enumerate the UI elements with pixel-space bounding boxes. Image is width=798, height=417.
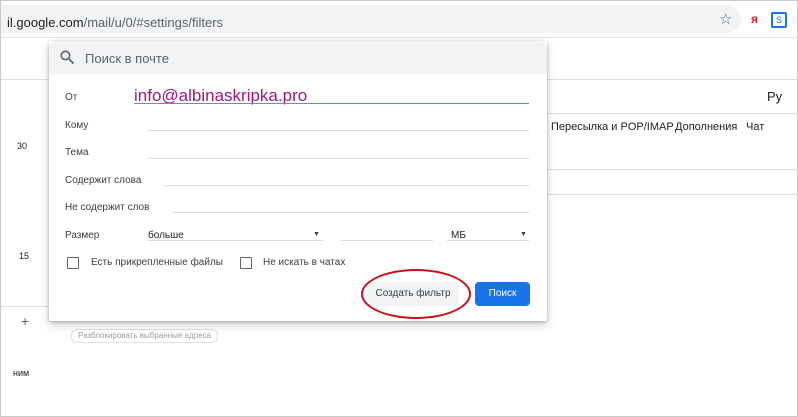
has-attachment-checkbox[interactable]	[67, 257, 79, 269]
from-field[interactable]	[134, 103, 529, 104]
divider	[547, 194, 797, 195]
to-label: Кому	[65, 120, 89, 131]
url-field[interactable]: il.google.com/mail/u/0/#settings/filters	[1, 5, 741, 33]
search-icon	[60, 50, 74, 64]
no-words-field[interactable]	[173, 212, 529, 213]
subject-label: Тема	[65, 147, 89, 158]
from-label: От	[65, 92, 78, 103]
has-attachment-label: Есть прикрепленные файлы	[91, 257, 223, 268]
size-label: Размер	[65, 230, 100, 241]
left-label: ним	[13, 368, 30, 378]
left-count: 30	[17, 141, 28, 151]
plus-icon[interactable]: +	[21, 313, 29, 329]
chevron-down-icon: ▼	[313, 231, 320, 238]
divider	[547, 169, 797, 170]
size-value-field[interactable]	[341, 240, 433, 241]
sync-extension-icon[interactable]: S	[771, 12, 787, 28]
unblock-addresses-button[interactable]: Разблокировать выбранные адреса	[71, 329, 218, 343]
divider	[547, 113, 797, 114]
address-bar: il.google.com/mail/u/0/#settings/filters…	[1, 1, 797, 38]
yandex-icon[interactable]: я	[751, 12, 758, 26]
search-button[interactable]: Поиск	[475, 282, 530, 306]
url-text: il.google.com/mail/u/0/#settings/filters	[7, 15, 223, 30]
subject-field[interactable]	[148, 158, 529, 159]
no-words-label: Не содержит слов	[65, 202, 150, 213]
highlight-annotation	[361, 269, 471, 319]
size-unit-underline	[447, 240, 529, 241]
tab-chat[interactable]: Чат	[746, 121, 764, 133]
language-label: Ру	[767, 89, 783, 104]
tab-addons[interactable]: Дополнения	[675, 121, 737, 133]
size-operator-underline	[148, 240, 323, 241]
tab-forwarding-pop-imap[interactable]: Пересылка и POP/IMAP	[551, 121, 674, 133]
url-host: il.google.com	[7, 15, 84, 30]
browser-window: il.google.com/mail/u/0/#settings/filters…	[0, 0, 798, 417]
divider	[1, 306, 49, 307]
exclude-chats-checkbox[interactable]	[240, 257, 252, 269]
filter-search-panel: Поиск в почте От info@albinaskripka.pro …	[49, 41, 547, 321]
has-words-field[interactable]	[164, 185, 529, 186]
search-bar[interactable]: Поиск в почте	[49, 41, 547, 74]
left-count: 15	[19, 251, 30, 261]
url-path: /mail/u/0/#settings/filters	[83, 15, 224, 30]
star-icon[interactable]: ☆	[719, 10, 732, 28]
search-input[interactable]: Поиск в почте	[85, 51, 169, 66]
exclude-chats-label: Не искать в чатах	[263, 257, 346, 268]
to-field[interactable]	[148, 130, 529, 131]
has-words-label: Содержит слова	[65, 175, 142, 186]
chevron-down-icon: ▼	[520, 231, 527, 238]
